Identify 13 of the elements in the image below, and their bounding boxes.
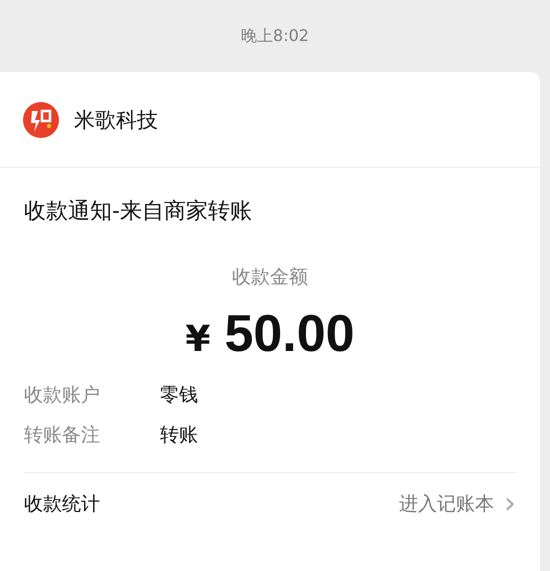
currency-symbol: ¥ (185, 319, 210, 360)
amount-label: 收款金额 (231, 265, 309, 290)
ledger-link[interactable]: 进入记账本 › (399, 489, 516, 519)
notification-title: 收款通知-来自商家转账 (24, 198, 253, 226)
detail-value: 转账 (160, 423, 198, 448)
detail-value: 零钱 (160, 383, 198, 408)
amount-value: 50.00 (224, 304, 355, 364)
logo-icon (22, 100, 60, 138)
detail-label: 转账备注 (24, 423, 101, 448)
stats-label: 收款统计 (24, 492, 100, 517)
time-label: 晚上8:02 (240, 24, 310, 46)
detail-label: 收款账户 (24, 383, 101, 408)
merchant-name: 米歌科技 (74, 106, 158, 134)
